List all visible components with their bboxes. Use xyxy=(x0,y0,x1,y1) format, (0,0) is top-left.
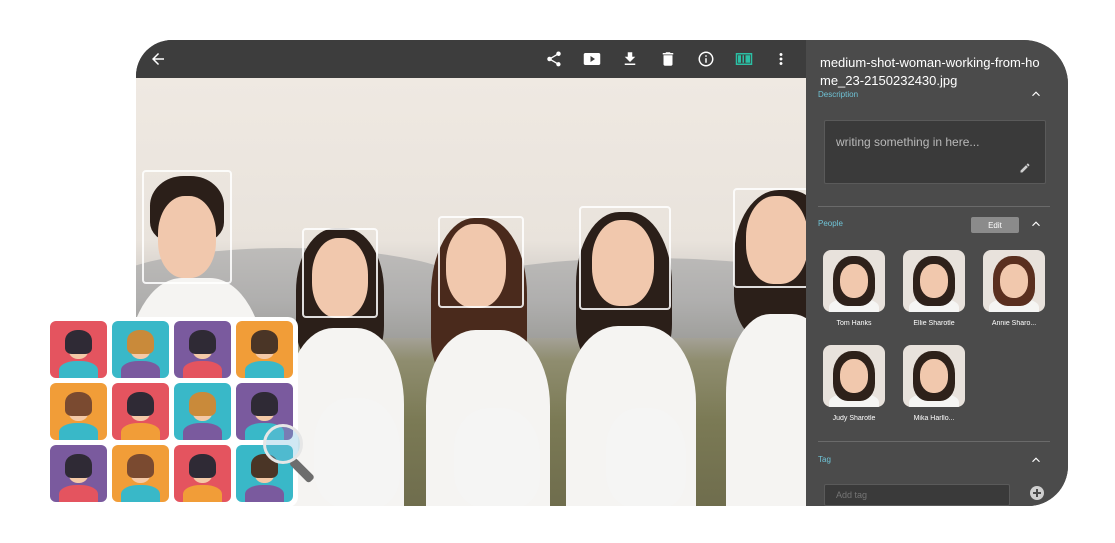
face-box-judy-sharotle[interactable] xyxy=(579,206,671,310)
avatar-tile xyxy=(50,445,107,502)
avatar xyxy=(983,250,1045,312)
face-box-mika-harllo[interactable] xyxy=(733,188,806,288)
person-name: Tom Hanks xyxy=(836,320,872,327)
description-field[interactable]: writing something in here... xyxy=(824,120,1046,184)
person-card[interactable]: Mika Harllo... xyxy=(903,345,965,422)
avatar xyxy=(823,345,885,407)
viewer-toolbar xyxy=(136,40,806,78)
description-placeholder: writing something in here... xyxy=(836,135,980,149)
person-card[interactable]: Ellie Sharotle xyxy=(903,250,965,327)
pencil-icon[interactable] xyxy=(1019,161,1031,173)
people-panel-icon[interactable] xyxy=(733,48,755,70)
add-tag-input[interactable] xyxy=(824,484,1010,506)
slideshow-icon[interactable] xyxy=(581,48,603,70)
avatar-grid-illustration xyxy=(46,317,298,507)
person-card[interactable]: Judy Sharotle xyxy=(823,345,885,422)
add-tag-plus-icon[interactable] xyxy=(1030,486,1044,500)
arrow-left-icon[interactable] xyxy=(147,48,169,70)
person-card[interactable]: Annie Sharo... xyxy=(983,250,1045,327)
person-name: Annie Sharo... xyxy=(991,320,1037,327)
file-name: medium-shot-woman-working-from-home_23-2… xyxy=(820,55,1040,88)
avatar xyxy=(903,250,965,312)
avatar xyxy=(823,250,885,312)
avatar-tile xyxy=(174,383,231,440)
people-label: People xyxy=(818,219,843,228)
avatar-tile xyxy=(112,445,169,502)
chevron-up-icon[interactable] xyxy=(1029,453,1043,467)
avatar-tile xyxy=(236,321,293,378)
avatar xyxy=(903,345,965,407)
face-box-ellie-sharotle[interactable] xyxy=(302,228,378,318)
avatar-tile xyxy=(112,383,169,440)
edit-people-button[interactable]: Edit xyxy=(971,217,1019,233)
avatar-tile xyxy=(174,445,231,502)
face-box-annie-sharo[interactable] xyxy=(438,216,524,308)
delete-icon[interactable] xyxy=(657,48,679,70)
avatar-tile xyxy=(174,321,231,378)
person-card[interactable]: Tom Hanks xyxy=(823,250,885,327)
description-label: Description xyxy=(818,90,859,99)
download-icon[interactable] xyxy=(619,48,641,70)
person-name: Ellie Sharotle xyxy=(913,320,955,327)
chevron-up-icon[interactable] xyxy=(1029,217,1043,231)
more-vert-icon[interactable] xyxy=(770,48,792,70)
avatar-tile xyxy=(50,321,107,378)
avatar-tile xyxy=(112,321,169,378)
avatar-tile xyxy=(50,383,107,440)
magnifier-icon xyxy=(263,424,303,464)
divider xyxy=(818,206,1050,207)
face-box-tom-hanks[interactable] xyxy=(142,170,232,284)
details-panel: medium-shot-woman-working-from-home_23-2… xyxy=(806,40,1068,506)
person-name: Judy Sharotle xyxy=(832,415,876,422)
person-name: Mika Harllo... xyxy=(913,415,955,422)
divider xyxy=(818,441,1050,442)
app-root: medium-shot-woman-working-from-home_23-2… xyxy=(0,0,1115,543)
info-icon[interactable] xyxy=(695,48,717,70)
share-icon[interactable] xyxy=(543,48,565,70)
chevron-up-icon[interactable] xyxy=(1029,87,1043,101)
tag-label: Tag xyxy=(818,455,831,464)
